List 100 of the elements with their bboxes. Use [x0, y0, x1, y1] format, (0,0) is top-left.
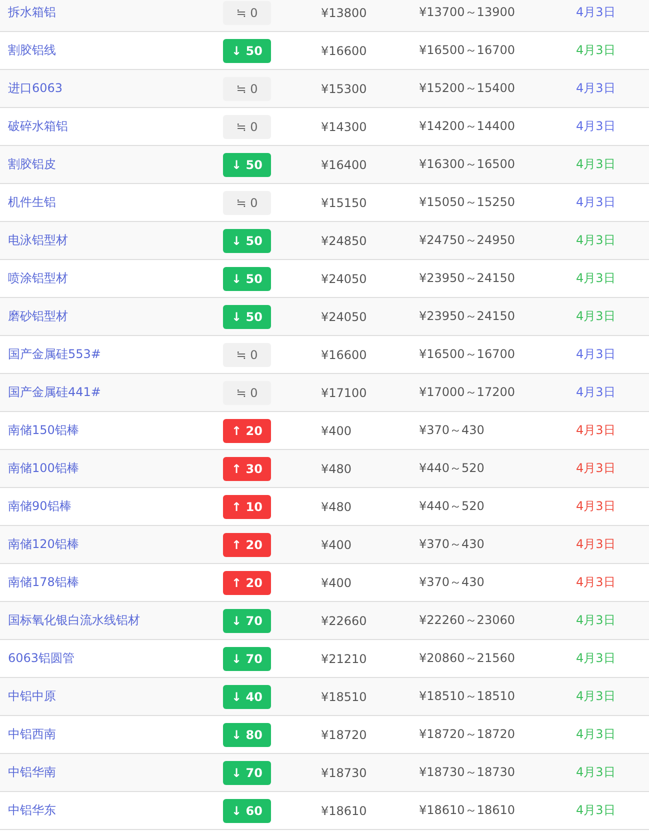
product-link[interactable]: 中铝西南: [8, 727, 56, 741]
price-cell: ¥400: [321, 538, 352, 552]
change-badge: ≒ 0: [223, 0, 271, 24]
change-badge: ≒ 0: [223, 342, 271, 366]
range-cell: ¥18730～18730: [419, 765, 515, 779]
product-link[interactable]: 南储150铝棒: [8, 423, 79, 437]
price-cell: ¥18730: [321, 766, 367, 780]
price-cell: ¥15300: [321, 82, 367, 96]
date-cell: 4月3日: [576, 689, 616, 703]
price-cell: ¥400: [321, 576, 352, 590]
product-link[interactable]: 割胶铝线: [8, 43, 56, 57]
range-cell: ¥15050～15250: [419, 195, 515, 209]
product-link[interactable]: 南储90铝棒: [8, 499, 72, 513]
change-badge: ↓ 40: [223, 684, 271, 708]
date-cell: 4月3日: [576, 613, 616, 627]
date-cell: 4月3日: [576, 5, 616, 19]
product-link[interactable]: 电泳铝型材: [8, 233, 68, 247]
range-cell: ¥17000～17200: [419, 385, 515, 399]
date-cell: 4月3日: [576, 195, 616, 209]
date-cell: 4月3日: [576, 423, 616, 437]
price-cell: ¥18720: [321, 728, 367, 742]
price-cell: ¥480: [321, 462, 352, 476]
product-link[interactable]: 喷涂铝型材: [8, 271, 68, 285]
product-link[interactable]: 国产金属硅553#: [8, 347, 101, 361]
change-badge: ↓ 50: [223, 304, 271, 328]
product-link[interactable]: 割胶铝皮: [8, 157, 56, 171]
change-badge: ↓ 80: [223, 722, 271, 746]
change-badge: ≒ 0: [223, 76, 271, 100]
range-cell: ¥13700～13900: [419, 5, 515, 19]
range-cell: ¥20860～21560: [419, 651, 515, 665]
price-cell: ¥15150: [321, 196, 367, 210]
change-badge: ≒ 0: [223, 190, 271, 214]
change-badge: ↓ 50: [223, 38, 271, 62]
date-cell: 4月3日: [576, 727, 616, 741]
range-cell: ¥18720～18720: [419, 727, 515, 741]
range-cell: ¥23950～24150: [419, 309, 515, 323]
price-cell: ¥21210: [321, 652, 367, 666]
product-link[interactable]: 机件生铝: [8, 195, 56, 209]
product-link[interactable]: 南储178铝棒: [8, 575, 79, 589]
range-cell: ¥18610～18610: [419, 803, 515, 817]
change-badge: ↓ 70: [223, 760, 271, 784]
date-cell: 4月3日: [576, 81, 616, 95]
date-cell: 4月3日: [576, 43, 616, 57]
price-cell: ¥16600: [321, 348, 367, 362]
change-badge: ↓ 60: [223, 798, 271, 822]
price-cell: ¥17100: [321, 386, 367, 400]
range-cell: ¥16300～16500: [419, 157, 515, 171]
date-cell: 4月3日: [576, 575, 616, 589]
product-link[interactable]: 磨砂铝型材: [8, 309, 68, 323]
range-cell: ¥14200～14400: [419, 119, 515, 133]
date-cell: 4月3日: [576, 119, 616, 133]
change-badge: ↑ 20: [223, 570, 271, 594]
change-badge: ↑ 30: [223, 456, 271, 480]
product-link[interactable]: 南储120铝棒: [8, 537, 79, 551]
range-cell: ¥24750～24950: [419, 233, 515, 247]
change-badge: ↑ 20: [223, 418, 271, 442]
product-link[interactable]: 中铝中原: [8, 689, 56, 703]
date-cell: 4月3日: [576, 347, 616, 361]
date-cell: 4月3日: [576, 803, 616, 817]
date-cell: 4月3日: [576, 309, 616, 323]
price-cell: ¥18610: [321, 804, 367, 818]
change-badge: ↓ 50: [223, 266, 271, 290]
change-badge: ≒ 0: [223, 380, 271, 404]
product-link[interactable]: 拆水箱铝: [8, 5, 56, 19]
product-link[interactable]: 6063铝圆管: [8, 651, 75, 665]
product-link[interactable]: 国产金属硅441#: [8, 385, 101, 399]
product-link[interactable]: 破碎水箱铝: [8, 119, 68, 133]
date-cell: 4月3日: [576, 157, 616, 171]
range-cell: ¥23950～24150: [419, 271, 515, 285]
price-cell: ¥480: [321, 500, 352, 514]
range-cell: ¥440～520: [419, 499, 484, 513]
date-cell: 4月3日: [576, 651, 616, 665]
change-badge: ↑ 10: [223, 494, 271, 518]
price-cell: ¥22660: [321, 614, 367, 628]
range-cell: ¥370～430: [419, 423, 484, 437]
range-cell: ¥16500～16700: [419, 347, 515, 361]
change-badge: ↓ 50: [223, 152, 271, 176]
date-cell: 4月3日: [576, 461, 616, 475]
change-badge: ↓ 70: [223, 646, 271, 670]
date-cell: 4月3日: [576, 537, 616, 551]
range-cell: ¥18510～18510: [419, 689, 515, 703]
price-cell: ¥13800: [321, 6, 367, 20]
price-cell: ¥18510: [321, 690, 367, 704]
range-cell: ¥16500～16700: [419, 43, 515, 57]
change-badge: ≒ 0: [223, 114, 271, 138]
price-cell: ¥24050: [321, 310, 367, 324]
range-cell: ¥370～430: [419, 537, 484, 551]
product-link[interactable]: 国标氧化银白流水线铝材: [8, 613, 140, 627]
product-link[interactable]: 南储100铝棒: [8, 461, 79, 475]
product-link[interactable]: 中铝华南: [8, 765, 56, 779]
range-cell: ¥440～520: [419, 461, 484, 475]
date-cell: 4月3日: [576, 233, 616, 247]
product-link[interactable]: 进口6063: [8, 81, 63, 95]
change-badge: ↓ 70: [223, 608, 271, 632]
change-badge: ↓ 50: [223, 228, 271, 252]
product-link[interactable]: 中铝华东: [8, 803, 56, 817]
price-cell: ¥24050: [321, 272, 367, 286]
range-cell: ¥370～430: [419, 575, 484, 589]
price-cell: ¥24850: [321, 234, 367, 248]
date-cell: 4月3日: [576, 499, 616, 513]
